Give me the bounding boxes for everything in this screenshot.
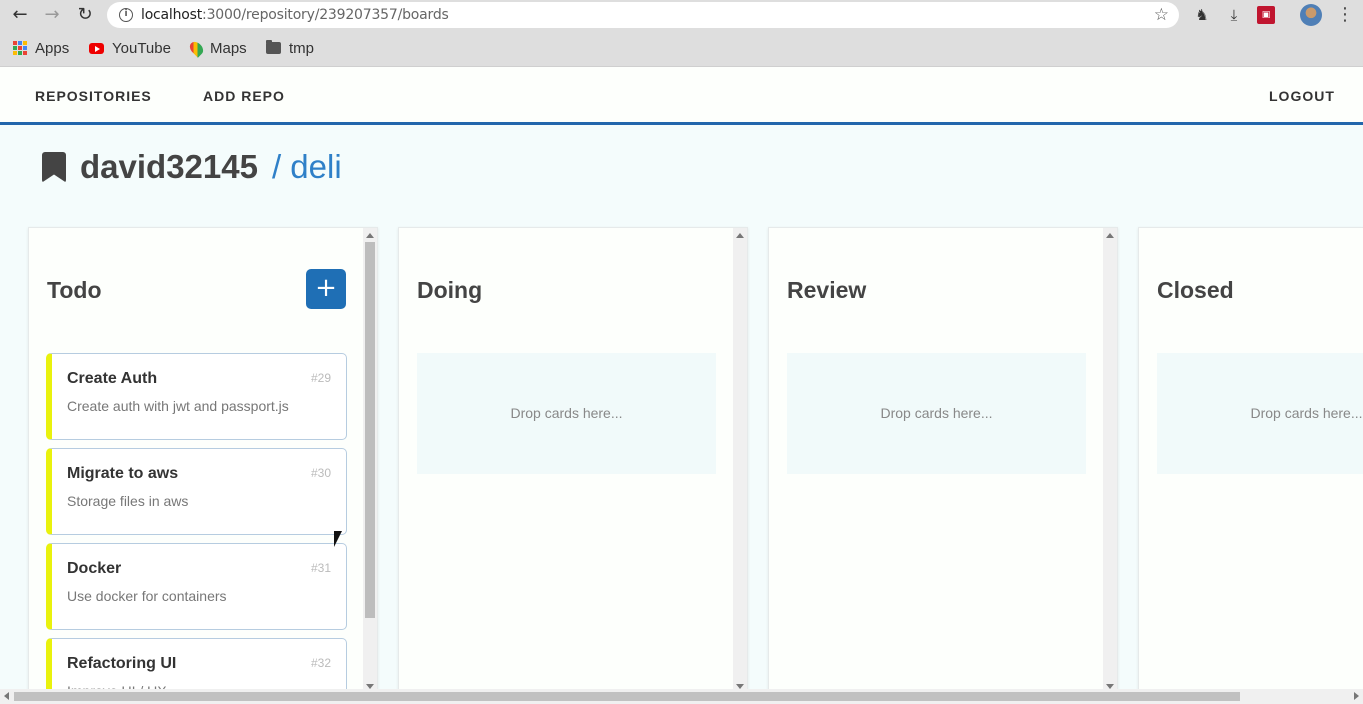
add-card-button[interactable]: +: [306, 269, 346, 309]
page-horizontal-scrollbar[interactable]: [0, 689, 1363, 704]
column-review: Review Drop cards here...: [768, 227, 1118, 697]
card-title: Create Auth: [67, 370, 158, 387]
bookmark-label: tmp: [289, 39, 315, 57]
drop-zone[interactable]: Drop cards here...: [787, 353, 1086, 474]
bookmark-tmp[interactable]: tmp: [266, 39, 314, 57]
browser-toolbar: ← → ↻ i localhost:3000/repository/239207…: [0, 0, 1363, 30]
url-text: localhost:3000/repository/239207357/boar…: [141, 7, 449, 23]
repo-heading: david32145 / deli: [42, 148, 342, 186]
card-number: #32: [310, 656, 331, 670]
scroll-left-icon[interactable]: [4, 692, 9, 700]
card[interactable]: Migrate to aws #30 Storage files in aws: [46, 448, 347, 535]
reload-icon[interactable]: ↻: [75, 5, 95, 25]
bookmark-apps[interactable]: Apps: [13, 39, 69, 57]
drop-zone-text: Drop cards here...: [880, 405, 993, 421]
bookmark-star-icon[interactable]: ☆: [1154, 5, 1169, 25]
youtube-icon: [89, 42, 104, 54]
bookmark-youtube[interactable]: YouTube: [89, 39, 171, 57]
card[interactable]: Create Auth #29 Create auth with jwt and…: [46, 353, 347, 440]
drop-zone[interactable]: Drop cards here...: [1157, 353, 1363, 474]
extension-icon[interactable]: ♞: [1193, 6, 1211, 24]
info-icon[interactable]: i: [119, 8, 133, 22]
forward-arrow-icon[interactable]: →: [42, 5, 62, 25]
scroll-up-icon[interactable]: [366, 233, 374, 238]
nav-repositories-link[interactable]: REPOSITORIES: [35, 88, 152, 104]
card-description: Storage files in aws: [67, 493, 189, 509]
column-scrollbar[interactable]: [363, 228, 377, 696]
card-number: #31: [310, 561, 331, 575]
back-arrow-icon[interactable]: ←: [10, 5, 30, 25]
repo-owner: david32145: [80, 148, 258, 185]
column-scrollbar[interactable]: [733, 228, 747, 696]
column-title: Review: [787, 277, 867, 303]
column-title: Doing: [417, 277, 483, 303]
column-title: Closed: [1157, 277, 1234, 303]
card-number: #29: [310, 371, 331, 385]
card-title: Migrate to aws: [67, 465, 179, 482]
bookmark-maps[interactable]: Maps: [187, 38, 247, 58]
column-scrollbar[interactable]: [1103, 228, 1117, 696]
card[interactable]: Docker #31 Use docker for containers: [46, 543, 347, 630]
column-closed: Closed Drop cards here...: [1138, 227, 1363, 697]
apps-grid-icon: [13, 41, 27, 55]
bookmark-icon: [42, 151, 66, 183]
column-doing: Doing Drop cards here...: [398, 227, 748, 697]
nav-logout-link[interactable]: LOGOUT: [1269, 88, 1335, 104]
nav-add-repo-link[interactable]: ADD REPO: [203, 88, 285, 104]
bookmarks-bar: Apps YouTube Maps tmp: [0, 30, 1363, 67]
repo-name: / deli: [271, 148, 342, 185]
drop-zone[interactable]: Drop cards here...: [417, 353, 716, 474]
card-title: Docker: [67, 560, 122, 577]
folder-icon: [266, 40, 281, 54]
bookmark-label: YouTube: [112, 39, 171, 57]
drop-zone-text: Drop cards here...: [510, 405, 623, 421]
drop-zone-text: Drop cards here...: [1250, 405, 1363, 421]
address-bar[interactable]: i localhost:3000/repository/239207357/bo…: [107, 2, 1179, 28]
card-title: Refactoring UI: [67, 655, 177, 672]
app-navbar: REPOSITORIES ADD REPO LOGOUT: [0, 67, 1363, 125]
bookmark-label: Apps: [35, 39, 70, 57]
extension-red-icon[interactable]: ▣: [1257, 6, 1275, 24]
profile-avatar[interactable]: [1300, 4, 1322, 26]
card-description: Create auth with jwt and passport.js: [67, 398, 289, 414]
scrollbar-thumb[interactable]: [365, 242, 375, 618]
scroll-up-icon[interactable]: [1106, 233, 1114, 238]
horizontal-scrollbar-thumb[interactable]: [14, 692, 1240, 701]
more-menu-icon[interactable]: ⋮: [1336, 4, 1354, 25]
download-icon[interactable]: ⤓: [1225, 6, 1243, 24]
url-path: :3000/repository/239207357/boards: [202, 7, 449, 23]
column-todo: Todo + Create Auth #29 Create auth with …: [28, 227, 378, 697]
card-number: #30: [310, 466, 331, 480]
card-description: Use docker for containers: [67, 588, 227, 604]
column-title: Todo: [47, 277, 102, 303]
url-host: localhost: [141, 7, 203, 23]
scroll-up-icon[interactable]: [736, 233, 744, 238]
scroll-right-icon[interactable]: [1354, 692, 1359, 700]
maps-icon: [187, 38, 206, 58]
bookmark-label: Maps: [210, 39, 247, 57]
mouse-cursor-icon: [334, 531, 342, 547]
